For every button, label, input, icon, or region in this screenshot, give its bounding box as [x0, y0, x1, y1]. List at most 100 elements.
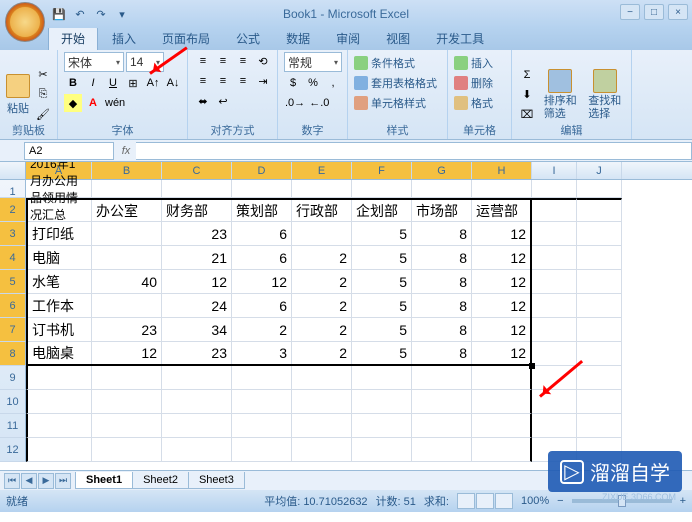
table-format-button[interactable]: 套用表格格式 [354, 74, 441, 92]
underline-button[interactable]: U [104, 74, 122, 92]
cell[interactable]: 8 [412, 342, 472, 366]
cell[interactable] [412, 414, 472, 438]
cell[interactable] [352, 438, 412, 462]
phonetic-button[interactable]: wén [104, 94, 126, 112]
fill-color-button[interactable]: ◆ [64, 94, 82, 112]
cell[interactable] [92, 180, 162, 198]
view-layout-button[interactable] [476, 493, 494, 509]
col-header-G[interactable]: G [412, 162, 472, 179]
clear-button[interactable]: ⌧ [518, 106, 536, 124]
cell[interactable]: 23 [162, 342, 232, 366]
cell[interactable]: 23 [162, 222, 232, 246]
align-top-button[interactable]: ≡ [194, 52, 212, 70]
currency-button[interactable]: $ [284, 74, 302, 92]
qat-dropdown-icon[interactable]: ▾ [113, 5, 131, 23]
minimize-button[interactable]: − [620, 4, 640, 20]
col-header-I[interactable]: I [532, 162, 577, 179]
cell[interactable] [472, 390, 532, 414]
sheet-tab-2[interactable]: Sheet2 [132, 472, 189, 489]
cell[interactable]: 财务部 [162, 198, 232, 222]
cell[interactable]: 12 [472, 270, 532, 294]
qat-save-icon[interactable]: 💾 [50, 5, 68, 23]
cell[interactable]: 6 [232, 294, 292, 318]
qat-undo-icon[interactable]: ↶ [71, 5, 89, 23]
tab-insert[interactable]: 插入 [100, 27, 148, 50]
cell[interactable] [577, 180, 622, 198]
col-header-C[interactable]: C [162, 162, 232, 179]
cell[interactable]: 23 [92, 318, 162, 342]
cell[interactable]: 2 [292, 294, 352, 318]
cell[interactable] [577, 366, 622, 390]
zoom-level[interactable]: 100% [521, 495, 549, 507]
cell[interactable] [532, 180, 577, 198]
cell[interactable] [472, 180, 532, 198]
row-header-11[interactable]: 11 [0, 414, 26, 438]
cell[interactable] [532, 198, 577, 222]
select-all-corner[interactable] [0, 162, 26, 179]
cell[interactable]: 打印纸 [26, 222, 92, 246]
fx-icon[interactable]: fx [116, 145, 136, 157]
bold-button[interactable]: B [64, 74, 82, 92]
cell[interactable]: 8 [412, 270, 472, 294]
row-header-10[interactable]: 10 [0, 390, 26, 414]
insert-cells-button[interactable]: 插入 [454, 54, 505, 72]
border-button[interactable]: ⊞ [124, 74, 142, 92]
cell[interactable]: 工作本 [26, 294, 92, 318]
cell[interactable]: 12 [472, 294, 532, 318]
cell[interactable] [532, 246, 577, 270]
zoom-in-button[interactable]: + [680, 495, 686, 507]
format-painter-icon[interactable]: 🖌 [34, 106, 52, 124]
col-header-D[interactable]: D [232, 162, 292, 179]
cell[interactable]: 电脑 [26, 246, 92, 270]
cell[interactable] [232, 390, 292, 414]
cut-icon[interactable]: ✂ [34, 66, 52, 84]
italic-button[interactable]: I [84, 74, 102, 92]
cell[interactable]: 市场部 [412, 198, 472, 222]
cell[interactable] [292, 222, 352, 246]
view-normal-button[interactable] [457, 493, 475, 509]
cell[interactable] [162, 438, 232, 462]
align-left-button[interactable]: ≡ [194, 72, 212, 90]
cell[interactable]: 12 [92, 342, 162, 366]
decrease-decimal-button[interactable]: ←.0 [308, 94, 330, 112]
cell[interactable]: 34 [162, 318, 232, 342]
cell[interactable] [532, 222, 577, 246]
tab-dev[interactable]: 开发工具 [424, 27, 496, 50]
cell[interactable]: 8 [412, 222, 472, 246]
tab-review[interactable]: 审阅 [324, 27, 372, 50]
cell[interactable] [412, 180, 472, 198]
cell[interactable] [472, 438, 532, 462]
cell[interactable] [577, 414, 622, 438]
row-header-3[interactable]: 3 [0, 222, 26, 246]
cell[interactable]: 企划部 [352, 198, 412, 222]
cell[interactable] [92, 294, 162, 318]
cell[interactable]: 12 [162, 270, 232, 294]
increase-decimal-button[interactable]: .0→ [284, 94, 306, 112]
cell[interactable] [26, 390, 92, 414]
cell[interactable]: 5 [352, 342, 412, 366]
cell[interactable] [92, 222, 162, 246]
cell[interactable]: 2016年1月办公用品领用情况汇总 [26, 180, 92, 198]
cell[interactable] [232, 438, 292, 462]
cell[interactable]: 5 [352, 246, 412, 270]
cell[interactable] [92, 438, 162, 462]
cell[interactable]: 12 [472, 246, 532, 270]
cell[interactable] [532, 414, 577, 438]
row-header-12[interactable]: 12 [0, 438, 26, 462]
col-header-B[interactable]: B [92, 162, 162, 179]
name-box[interactable]: A2 [24, 142, 114, 160]
cell[interactable]: 12 [472, 342, 532, 366]
cell[interactable] [532, 342, 577, 366]
row-header-5[interactable]: 5 [0, 270, 26, 294]
row-header-2[interactable]: 2 [0, 198, 26, 222]
col-header-J[interactable]: J [577, 162, 622, 179]
cell[interactable] [292, 414, 352, 438]
cell[interactable]: 6 [232, 222, 292, 246]
indent-button[interactable]: ⇥ [254, 72, 272, 90]
col-header-H[interactable]: H [472, 162, 532, 179]
sheet-nav-last[interactable]: ⏭ [55, 473, 71, 489]
cell[interactable] [577, 246, 622, 270]
cell[interactable] [162, 180, 232, 198]
cell[interactable] [577, 294, 622, 318]
copy-icon[interactable]: ⎘ [34, 86, 52, 104]
